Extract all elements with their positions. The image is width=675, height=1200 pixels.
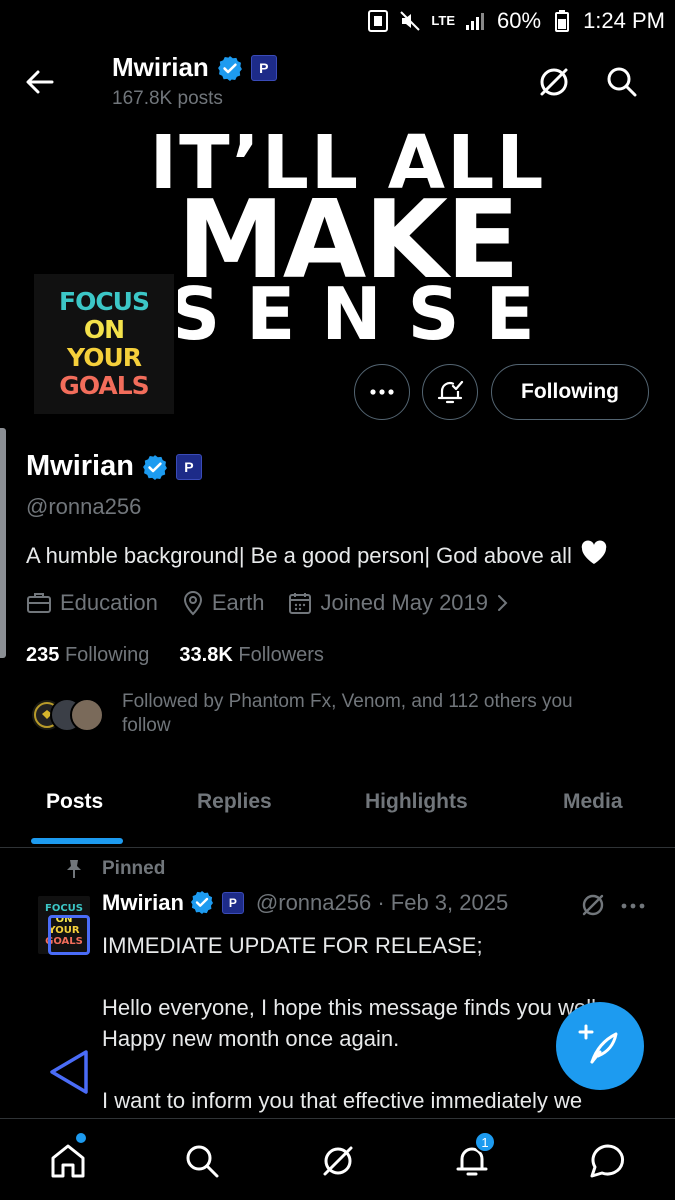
following-button[interactable]: Following	[491, 364, 649, 420]
home-icon[interactable]	[48, 1141, 88, 1181]
pin-icon	[67, 860, 81, 878]
mute-icon	[399, 10, 421, 32]
following-count-link[interactable]: 235 Following	[26, 644, 149, 667]
grok-icon[interactable]	[318, 1141, 358, 1181]
post-paragraph: I want to inform you that effective imme…	[102, 1088, 583, 1113]
following-label: Following	[64, 644, 150, 666]
avatar-text-line: YOUR	[66, 343, 142, 372]
header-name: Mwirian	[112, 52, 209, 82]
category-item: Education	[26, 590, 158, 616]
followed-by-text: Followed by Phantom Fx, Venom, and 112 o…	[122, 691, 573, 736]
avatar-text-line: FOCUS	[59, 287, 150, 316]
bell-check-icon	[437, 380, 464, 404]
compose-post-button[interactable]	[556, 1002, 644, 1090]
affiliate-badge-icon: P	[250, 54, 277, 81]
tab-posts[interactable]: Posts	[46, 790, 103, 814]
header-title: Mwirian P	[112, 52, 277, 83]
calendar-icon	[289, 593, 312, 614]
search-icon[interactable]	[182, 1141, 222, 1181]
signal-icon	[465, 10, 487, 32]
category-label: Education	[60, 590, 158, 615]
active-tab-indicator	[31, 838, 123, 844]
post-author-name[interactable]: Mwirian	[102, 890, 184, 916]
tab-media[interactable]: Media	[563, 790, 623, 814]
tab-highlights[interactable]: Highlights	[365, 790, 468, 814]
network-type: LTE	[431, 13, 456, 28]
selection-highlight-box	[48, 915, 90, 955]
battery-icon	[551, 10, 573, 32]
avatar-text-line: ON	[83, 315, 125, 344]
more-dots-icon	[370, 389, 394, 395]
location-label: Earth	[211, 590, 265, 615]
back-arrow-icon[interactable]	[22, 64, 58, 100]
profile-name: Mwirian P	[26, 450, 202, 483]
battery-percent: 60%	[497, 8, 542, 33]
more-options-button[interactable]	[354, 364, 410, 420]
header-post-count: 167.8K posts	[112, 88, 223, 109]
profile-avatar[interactable]: FOCUS ON YOUR GOALS	[30, 270, 178, 418]
tab-replies[interactable]: Replies	[197, 790, 272, 814]
post-more-icon[interactable]	[620, 890, 650, 920]
profile-bio: A humble background| Be a good person| G…	[26, 540, 608, 572]
followers-count: 33.8K	[179, 644, 233, 666]
messages-icon[interactable]	[588, 1141, 628, 1181]
follower-avatar	[70, 698, 104, 732]
home-unread-dot	[76, 1133, 86, 1143]
chevron-right-icon	[498, 595, 508, 611]
joined-label: Joined May 2019	[320, 590, 489, 615]
grok-icon[interactable]	[534, 62, 574, 102]
grok-icon[interactable]	[578, 890, 608, 920]
verified-badge-icon	[190, 890, 216, 916]
search-icon[interactable]	[602, 62, 642, 102]
post-header: Mwirian P @ronna256 · Feb 3, 2025	[102, 890, 508, 916]
affiliate-badge-icon[interactable]: P	[175, 453, 202, 480]
notifications-count-badge: 1	[474, 1131, 496, 1153]
profile-meta: Education Earth Joined May 2019	[26, 590, 534, 616]
bottom-navigation: 1	[0, 1118, 675, 1200]
verified-badge-icon	[142, 454, 168, 480]
followers-count-link[interactable]: 33.8K Followers	[179, 644, 324, 667]
profile-header-bar: Mwirian P 167.8K posts	[0, 42, 675, 120]
followed-by-avatars	[30, 698, 106, 734]
location-pin-icon	[183, 591, 202, 616]
joined-item[interactable]: Joined May 2019	[288, 590, 510, 616]
profile-handle: @ronna256	[26, 494, 142, 519]
clock: 1:24 PM	[583, 8, 665, 33]
followed-by[interactable]: Followed by Phantom Fx, Venom, and 112 o…	[30, 690, 622, 738]
profile-display-name: Mwirian	[26, 450, 134, 482]
compose-feather-icon	[578, 1024, 618, 1064]
avatar-text-line: FOCUS	[45, 903, 83, 914]
white-heart-icon	[580, 540, 608, 572]
following-count: 235	[26, 644, 60, 666]
follow-counts: 235 Following 33.8K Followers	[26, 644, 324, 667]
pinned-label-row: Pinned	[64, 858, 165, 880]
post-handle-date: @ronna256 · Feb 3, 2025	[255, 890, 509, 915]
avatar-text-line: GOALS	[59, 371, 149, 400]
affiliate-badge-icon: P	[221, 892, 244, 914]
vibrate-icon	[367, 10, 389, 32]
status-bar: LTE 60% 1:24 PM	[0, 0, 675, 40]
briefcase-icon	[27, 593, 51, 613]
notifications-subscribe-button[interactable]	[422, 364, 478, 420]
system-back-triangle-icon[interactable]	[48, 1048, 90, 1096]
pinned-label: Pinned	[102, 858, 166, 879]
followers-label: Followers	[238, 644, 324, 666]
post-paragraph: IMMEDIATE UPDATE FOR RELEASE;	[102, 933, 483, 958]
edge-scroll-handle[interactable]	[0, 428, 6, 658]
bio-text: A humble background| Be a good person| G…	[26, 543, 572, 568]
location-item: Earth	[182, 590, 265, 616]
verified-badge-icon	[217, 55, 243, 81]
profile-tabs: Posts Replies Highlights Media	[0, 770, 675, 848]
